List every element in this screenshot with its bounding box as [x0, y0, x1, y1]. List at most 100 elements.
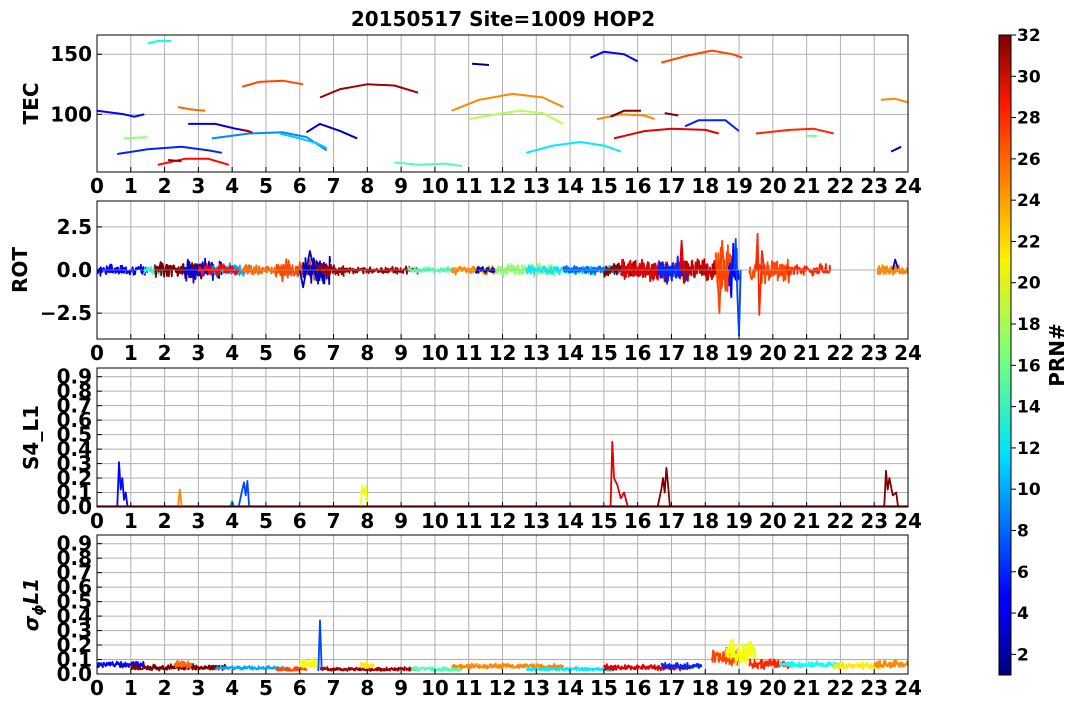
- y-axis-label: σϕL1: [19, 578, 47, 631]
- x-tick-label: 23: [860, 174, 888, 198]
- x-tick-label: 1: [124, 341, 138, 365]
- x-tick-label: 24: [894, 174, 922, 198]
- colorbar-tick-label: 10: [1017, 480, 1041, 500]
- x-tick-label: 0: [90, 676, 104, 700]
- series-prn-32: [657, 467, 671, 506]
- x-tick-label: 5: [259, 509, 273, 533]
- x-tick-label: 15: [590, 341, 618, 365]
- figure-title: 20150517 Site=1009 HOP2: [351, 7, 655, 31]
- x-tick-label: 5: [259, 676, 273, 700]
- series-prn-26: [275, 666, 308, 672]
- x-tick-label: 19: [725, 174, 753, 198]
- x-tick-label: 14: [556, 341, 584, 365]
- colorbar-ticks: 2468101214161820222426283032: [1011, 26, 1041, 665]
- x-tick-label: 20: [759, 676, 787, 700]
- x-tick-label: 18: [691, 676, 719, 700]
- series-prn-29: [613, 127, 720, 140]
- x-tick-label: 21: [793, 676, 821, 700]
- x-tick-label: 6: [293, 341, 307, 365]
- x-tick-label: 13: [522, 174, 550, 198]
- x-tick-label: 19: [725, 676, 753, 700]
- x-tick-label: 15: [590, 509, 618, 533]
- x-tick-label: 2: [158, 341, 172, 365]
- series-prn-27: [755, 232, 766, 316]
- x-tick-label: 23: [860, 509, 888, 533]
- x-tick-label: 20: [759, 174, 787, 198]
- x-tick-label: 17: [658, 676, 686, 700]
- colorbar-tick-label: 32: [1017, 26, 1041, 46]
- x-tick-label: 19: [725, 341, 753, 365]
- x-tick-label: 5: [259, 174, 273, 198]
- x-tick-label: 4: [225, 676, 239, 700]
- x-tick-label: 0: [90, 174, 104, 198]
- x-tick-label: 15: [590, 174, 618, 198]
- panel-2: 0 1 2 3 4 5 6 7 8 9 10 11 12 13 14 15 16 17 18 19 20 21 22 23 24…: [8, 200, 922, 365]
- colorbar-tick-label: 2: [1017, 645, 1029, 665]
- series-prn-12: [525, 141, 622, 154]
- x-tick-label: 14: [556, 509, 584, 533]
- x-tick-label: 19: [725, 509, 753, 533]
- colorbar-tick-label: 8: [1017, 521, 1029, 541]
- y-axis-label: ROT: [8, 247, 32, 293]
- x-tick-label: 22: [826, 509, 854, 533]
- x-tick-label: 11: [455, 509, 483, 533]
- x-tick-label: 7: [327, 509, 341, 533]
- x-tick-label: 3: [191, 341, 205, 365]
- x-tick-label: 16: [624, 174, 652, 198]
- x-tick-label: 9: [394, 676, 408, 700]
- series-prn-6: [117, 145, 223, 155]
- x-tick-label: 3: [191, 676, 205, 700]
- colorbar-tick-label: 22: [1017, 232, 1041, 252]
- x-tick-label: 20: [759, 509, 787, 533]
- series-prn-32: [664, 112, 679, 117]
- x-tick-label: 2: [158, 676, 172, 700]
- x-tick-label: 22: [826, 341, 854, 365]
- series-prn-25: [177, 106, 206, 112]
- y-tick-label: 150: [50, 42, 92, 66]
- x-tick-label: 21: [793, 174, 821, 198]
- colorbar-tick-label: 30: [1017, 67, 1041, 87]
- x-tick-label: 2: [158, 509, 172, 533]
- panel-3: 0 1 2 3 4 5 6 7 8 9 10 11 12 13 14 15 16 17 18 19 20 21 22 23 24…: [19, 365, 922, 533]
- series-prn-15: [394, 161, 463, 167]
- x-tick-label: 12: [489, 509, 517, 533]
- series-prn-5: [589, 50, 639, 63]
- x-tick-label: 6: [293, 509, 307, 533]
- series-prn-20: [359, 484, 369, 506]
- y-tick-label: 0.9: [57, 365, 92, 389]
- x-tick-label: 1: [124, 174, 138, 198]
- series-prn-18: [468, 109, 564, 125]
- x-tick-label: 11: [455, 676, 483, 700]
- x-tick-label: 13: [522, 509, 550, 533]
- x-tick-label: 18: [691, 174, 719, 198]
- x-tick-label: 8: [360, 341, 374, 365]
- x-tick-label: 16: [624, 509, 652, 533]
- x-tick-label: 22: [826, 676, 854, 700]
- x-tick-label: 13: [522, 676, 550, 700]
- x-tick-label: 9: [394, 174, 408, 198]
- x-tick-label: 12: [489, 676, 517, 700]
- x-tick-label: 14: [556, 174, 584, 198]
- colorbar-tick-label: 14: [1017, 398, 1041, 418]
- colorbar-tick-label: 24: [1017, 191, 1041, 211]
- x-tick-label: 17: [658, 174, 686, 198]
- x-tick-label: 12: [489, 174, 517, 198]
- series-prn-3: [890, 145, 902, 153]
- x-tick-label: 7: [327, 341, 341, 365]
- x-tick-label: 11: [455, 341, 483, 365]
- x-tick-label: 5: [259, 341, 273, 365]
- x-tick-label: 0: [90, 509, 104, 533]
- colorbar-tick-label: 18: [1017, 315, 1041, 335]
- x-tick-label: 10: [421, 509, 449, 533]
- x-tick-label: 23: [860, 676, 888, 700]
- x-tick-label: 15: [590, 676, 618, 700]
- x-tick-label: 24: [894, 509, 922, 533]
- series-prn-29: [609, 440, 629, 506]
- x-tick-label: 7: [327, 174, 341, 198]
- y-axis-label: TEC: [19, 83, 43, 125]
- x-tick-label: 24: [894, 676, 922, 700]
- x-tick-label: 9: [394, 341, 408, 365]
- x-tick-label: 6: [293, 676, 307, 700]
- series-prn-26: [242, 79, 304, 88]
- panel-1: 0 1 2 3 4 5 6 7 8 9 10 11 12 13 14 15 16 17 18 19 20 21 22 23 24…: [19, 34, 922, 198]
